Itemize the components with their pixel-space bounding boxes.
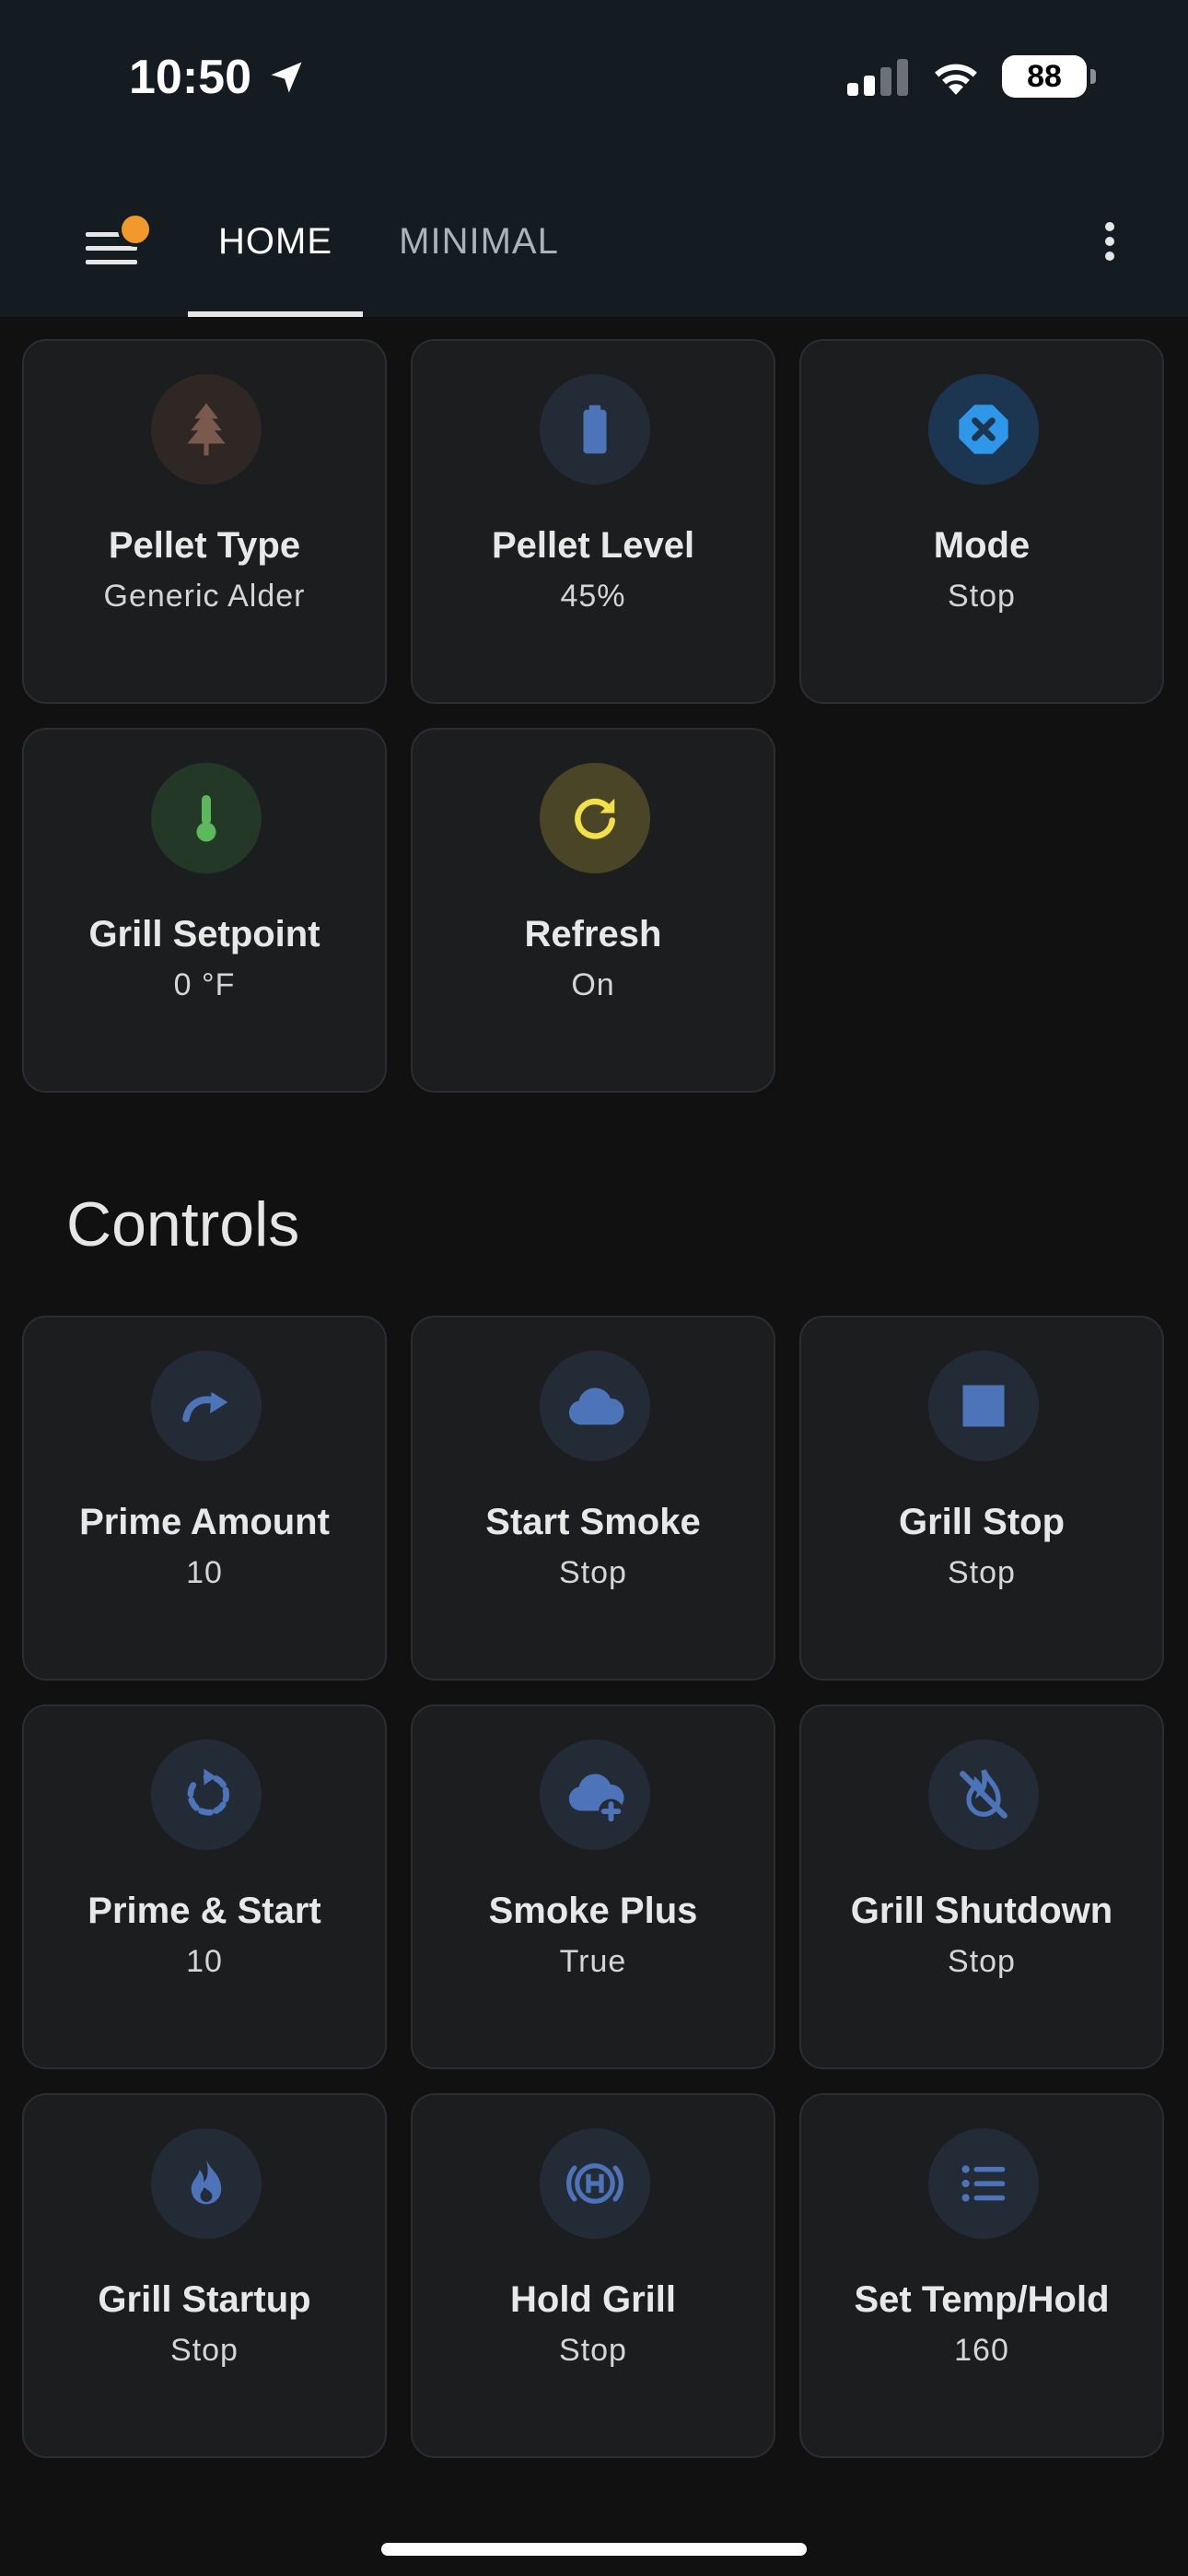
card-value: Stop (559, 2333, 627, 2368)
card-hold-grill[interactable]: Hold Grill Stop (411, 2093, 775, 2458)
card-title: Set Temp/Hold (854, 2279, 1110, 2320)
card-prime-and-start[interactable]: Prime & Start 10 (22, 1704, 387, 2069)
pine-tree-icon (151, 374, 262, 485)
card-mode[interactable]: Mode Stop (799, 339, 1164, 704)
card-refresh[interactable]: Refresh On (411, 728, 775, 1093)
card-value: True (559, 1944, 627, 1979)
stop-square-icon (928, 1351, 1039, 1461)
cloud-plus-icon (540, 1739, 650, 1850)
status-time: 10:50 (129, 51, 251, 104)
card-grill-shutdown[interactable]: Grill Shutdown Stop (799, 1704, 1164, 2069)
list-icon (928, 2128, 1039, 2239)
card-value: Stop (559, 1555, 627, 1590)
card-grill-startup[interactable]: Grill Startup Stop (22, 2093, 387, 2458)
cellular-signal-icon (847, 59, 908, 96)
card-value: Stop (948, 1555, 1016, 1590)
card-title: Refresh (524, 914, 662, 954)
top-bar: 10:50 88 HOME MINIMAL (0, 0, 1188, 318)
sidebar-menu-button[interactable] (81, 212, 153, 276)
card-grill-stop[interactable]: Grill Stop Stop (799, 1316, 1164, 1680)
wifi-icon (935, 64, 977, 95)
card-value: 45% (560, 579, 626, 614)
notification-dot (118, 212, 153, 247)
more-options-button[interactable] (1096, 217, 1124, 272)
thermometer-icon (151, 763, 262, 873)
card-value: Stop (948, 1944, 1016, 1979)
location-arrow-icon (271, 62, 302, 93)
card-smoke-plus[interactable]: Smoke Plus True (411, 1704, 775, 2069)
card-value: 10 (186, 1555, 223, 1590)
refresh-icon (540, 763, 650, 873)
card-value: Stop (948, 579, 1016, 614)
card-value: 10 (186, 1944, 223, 1979)
card-title: Grill Stop (899, 1502, 1065, 1542)
hold-h-icon (540, 2128, 650, 2239)
card-value: Generic Alder (103, 579, 306, 614)
card-title: Prime & Start (87, 1891, 321, 1931)
battery-indicator: 88 (1002, 55, 1096, 98)
app-toolbar: HOME MINIMAL (0, 166, 1188, 318)
tab-home-label: HOME (218, 221, 332, 262)
card-title: Grill Startup (98, 2279, 311, 2320)
card-grill-setpoint[interactable]: Grill Setpoint 0 °F (22, 728, 387, 1093)
status-indicators: 88 (845, 55, 1096, 98)
restart-icon (151, 1739, 262, 1850)
card-title: Grill Shutdown (850, 1891, 1113, 1931)
card-value: 0 °F (173, 967, 236, 1002)
card-value: 160 (954, 2333, 1009, 2368)
card-pellet-type[interactable]: Pellet Type Generic Alder (22, 339, 387, 704)
card-title: Mode (933, 525, 1031, 566)
card-value: Stop (170, 2333, 239, 2368)
cloud-icon (540, 1351, 650, 1461)
card-title: Prime Amount (79, 1502, 330, 1542)
dot (1105, 252, 1114, 261)
dot (1105, 222, 1114, 231)
home-indicator[interactable] (381, 2543, 807, 2556)
section-title-controls: Controls (66, 1189, 300, 1259)
redo-arrow-icon (151, 1351, 262, 1461)
fire-off-icon (928, 1739, 1039, 1850)
dot (1105, 237, 1114, 246)
card-value: On (571, 967, 615, 1002)
card-title: Pellet Level (491, 525, 695, 566)
menu-line (86, 260, 137, 264)
card-title: Pellet Type (108, 525, 301, 566)
battery-icon (540, 374, 650, 485)
tab-minimal-label: MINIMAL (399, 221, 559, 262)
card-title: Smoke Plus (488, 1891, 698, 1931)
card-title: Grill Setpoint (88, 914, 320, 954)
menu-line (86, 246, 137, 251)
card-pellet-level[interactable]: Pellet Level 45% (411, 339, 775, 704)
tab-home[interactable]: HOME (188, 166, 363, 318)
card-start-smoke[interactable]: Start Smoke Stop (411, 1316, 775, 1680)
card-title: Start Smoke (485, 1502, 701, 1542)
card-prime-amount[interactable]: Prime Amount 10 (22, 1316, 387, 1680)
fire-icon (151, 2128, 262, 2239)
card-set-temp-hold[interactable]: Set Temp/Hold 160 (799, 2093, 1164, 2458)
card-title: Hold Grill (510, 2279, 676, 2320)
close-octagon-icon (928, 374, 1039, 485)
active-tab-indicator (188, 311, 363, 317)
tab-minimal[interactable]: MINIMAL (387, 166, 571, 318)
status-time-area: 10:50 (129, 50, 307, 105)
